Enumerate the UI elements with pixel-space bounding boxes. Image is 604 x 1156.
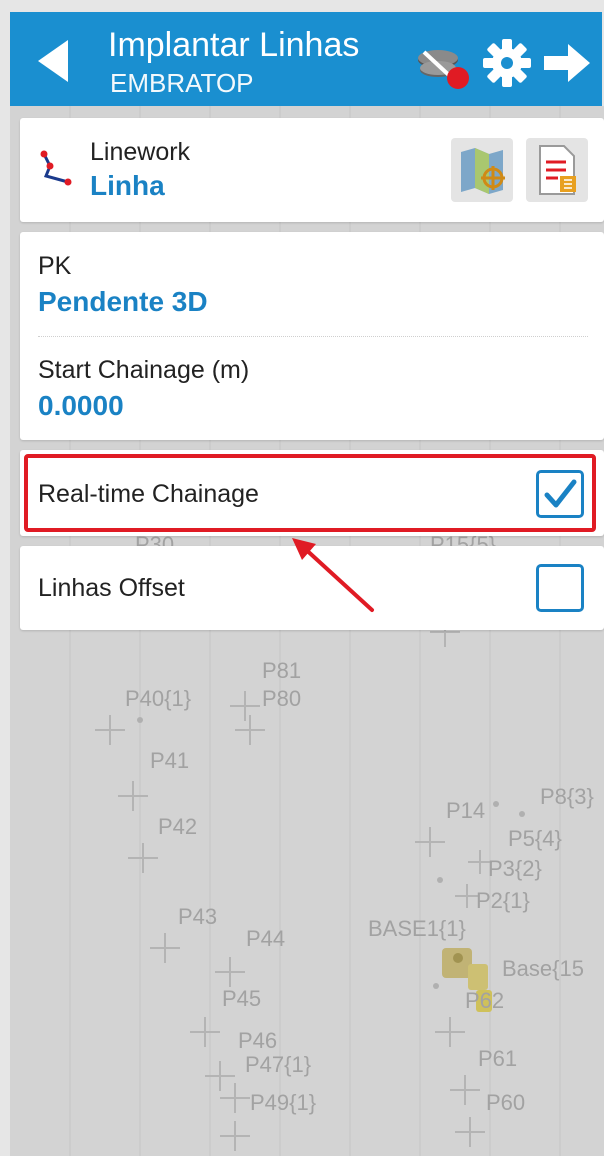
pk-value[interactable]: Pendente 3D [38, 286, 208, 318]
linework-icon [40, 150, 72, 186]
linework-label: Linework [90, 138, 191, 166]
pk-card: PK Pendente 3D Start Chainage (m) 0.0000 [20, 232, 604, 440]
receiver-status-icon[interactable] [414, 42, 472, 92]
start-chainage-label: Start Chainage (m) [38, 356, 250, 384]
divider [38, 336, 588, 337]
linhas-offset-checkbox[interactable] [536, 564, 584, 612]
list-pick-icon [539, 145, 576, 195]
linework-value: Linha [90, 170, 165, 201]
back-arrow-icon[interactable] [34, 38, 74, 84]
pk-label: PK [38, 252, 72, 280]
page-subtitle: EMBRATOP [110, 68, 254, 98]
page-title: Implantar Linhas [108, 26, 360, 64]
map-pick-icon [461, 148, 505, 194]
highlight-box [24, 454, 596, 532]
start-chainage-value[interactable]: 0.0000 [38, 390, 124, 422]
app-header: Implantar Linhas EMBRATOP [10, 12, 602, 106]
annotation-arrow [292, 538, 374, 612]
linework-card[interactable]: Linework Linha [20, 118, 604, 222]
linhas-offset-label: Linhas Offset [38, 574, 185, 602]
forward-arrow-icon[interactable] [542, 42, 592, 84]
gear-icon[interactable] [482, 38, 532, 88]
map-select-button[interactable] [451, 138, 513, 202]
list-select-button[interactable] [526, 138, 588, 202]
